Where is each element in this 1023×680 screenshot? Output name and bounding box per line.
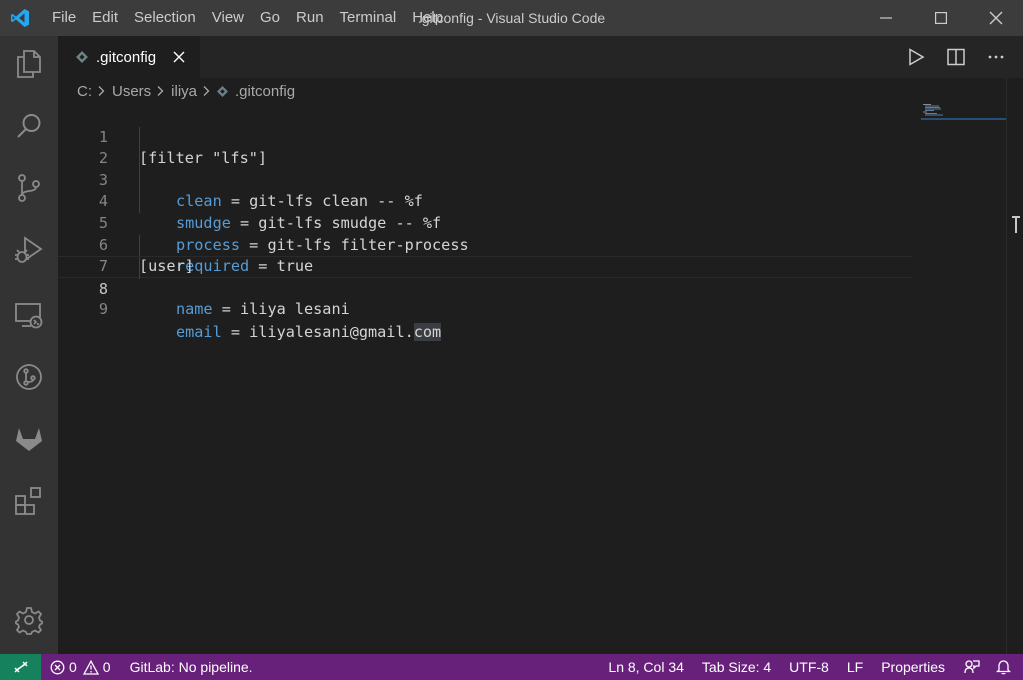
explorer-icon[interactable]	[0, 40, 58, 88]
search-icon[interactable]	[0, 102, 58, 150]
status-right: Ln 8, Col 34 Tab Size: 4 UTF-8 LF Proper…	[599, 654, 1023, 680]
code-line: 2 clean = git-lfs clean -- %f	[58, 126, 913, 210]
tab-gitconfig[interactable]: .gitconfig	[58, 36, 200, 78]
language-mode[interactable]: Properties	[872, 654, 954, 680]
menu-view[interactable]: View	[204, 0, 252, 36]
remote-explorer-icon[interactable]	[0, 291, 58, 339]
code-line: 7 name = iliya lesani	[58, 234, 913, 318]
vertical-scrollbar[interactable]	[1006, 78, 1023, 654]
notifications-bell-icon[interactable]	[990, 654, 1023, 680]
vscode-logo-icon	[0, 0, 40, 36]
config-key: name	[176, 300, 213, 319]
indent-guide	[139, 234, 140, 257]
breadcrumb-file[interactable]: .gitconfig	[235, 83, 295, 100]
more-actions-icon[interactable]	[985, 46, 1007, 68]
cursor-position[interactable]: Ln 8, Col 34	[599, 654, 693, 680]
source-control-icon[interactable]	[0, 164, 58, 212]
editor-area: .gitconfig C: Users iliya .gitconfig 1 […	[58, 36, 1023, 654]
feedback-icon[interactable]	[954, 654, 990, 680]
chevron-right-icon	[96, 84, 108, 98]
maximize-button[interactable]	[913, 0, 968, 36]
code-line: 9	[58, 278, 913, 318]
code-line: 6 [user]	[58, 213, 913, 276]
config-key: email	[176, 322, 222, 341]
indent-guide	[139, 257, 140, 279]
chevron-right-icon	[155, 84, 167, 98]
breadcrumb-drive[interactable]: C:	[77, 83, 92, 100]
encoding[interactable]: UTF-8	[780, 654, 838, 680]
tab-size[interactable]: Tab Size: 4	[693, 654, 780, 680]
maximize-icon	[934, 12, 947, 24]
title-bar: File Edit Selection View Go Run Terminal…	[0, 0, 1023, 36]
indent-guide	[139, 191, 140, 213]
menu-bar: File Edit Selection View Go Run Terminal…	[40, 0, 451, 36]
gitlab-icon[interactable]	[0, 415, 58, 463]
code-line: 1 [filter "lfs"]	[58, 105, 913, 168]
menu-edit[interactable]: Edit	[84, 0, 126, 36]
window-controls	[858, 0, 1023, 36]
activity-bar	[0, 36, 58, 654]
minimize-icon	[879, 17, 892, 19]
indent-guide	[139, 148, 140, 170]
selected-text: com	[413, 322, 442, 341]
menu-file[interactable]: File	[40, 0, 84, 36]
chevron-right-icon	[201, 84, 213, 98]
end-of-line[interactable]: LF	[838, 654, 872, 680]
git-graph-icon[interactable]	[0, 353, 58, 401]
breadcrumb-folder[interactable]: iliya	[171, 83, 197, 100]
problems-indicator[interactable]: 0 0	[41, 654, 120, 680]
tab-bar: .gitconfig	[58, 36, 1023, 78]
extensions-icon[interactable]	[0, 477, 58, 525]
menu-go[interactable]: Go	[252, 0, 288, 36]
menu-help[interactable]: Help	[404, 0, 451, 36]
line-number: 9	[98, 300, 108, 319]
close-tab-icon[interactable]	[170, 48, 188, 66]
run-icon[interactable]	[905, 46, 927, 68]
code-line: 3 smudge = git-lfs smudge -- %f	[58, 148, 913, 232]
editor-actions	[905, 36, 1007, 78]
code-line: 5 required = true	[58, 191, 913, 275]
status-bar: 0 0 GitLab: No pipeline. Ln 8, Col 34 Ta…	[0, 654, 1023, 680]
minimap-slider[interactable]	[921, 118, 1006, 120]
warning-count: 0	[102, 659, 111, 675]
config-value: = iliya lesani	[212, 300, 350, 319]
code-editor[interactable]: 1 [filter "lfs"] 2 clean = git-lfs clean…	[58, 105, 913, 645]
close-window-button[interactable]	[968, 0, 1023, 36]
remote-indicator[interactable]	[0, 654, 41, 680]
gear-icon[interactable]	[0, 596, 58, 644]
tab-label: .gitconfig	[96, 48, 157, 66]
remote-icon	[13, 661, 28, 673]
error-icon	[50, 660, 65, 674]
breadcrumb: C: Users iliya .gitconfig	[58, 78, 918, 104]
menu-selection[interactable]: Selection	[126, 0, 204, 36]
config-value: = iliyalesani@gmail.	[221, 322, 414, 341]
cursor-position-marker	[1006, 214, 1023, 236]
close-icon	[989, 11, 1002, 25]
run-and-debug-icon[interactable]	[0, 226, 58, 274]
minimize-button[interactable]	[858, 0, 913, 36]
warning-icon	[82, 659, 99, 675]
indent-guide	[139, 169, 140, 192]
minimap[interactable]	[921, 104, 1006, 118]
gitlab-status[interactable]: GitLab: No pipeline.	[120, 654, 262, 680]
menu-terminal[interactable]: Terminal	[332, 0, 405, 36]
settings-file-icon	[76, 50, 90, 64]
menu-run[interactable]: Run	[288, 0, 332, 36]
breadcrumb-users[interactable]: Users	[112, 83, 151, 100]
error-count: 0	[69, 659, 77, 675]
settings-file-icon	[217, 84, 229, 98]
code-line: 4 process = git-lfs filter-process	[58, 169, 913, 254]
indent-guide	[139, 126, 140, 149]
split-editor-icon[interactable]	[945, 46, 967, 68]
code-line-current: 8 email = iliyalesani@gmail.com	[58, 256, 913, 341]
